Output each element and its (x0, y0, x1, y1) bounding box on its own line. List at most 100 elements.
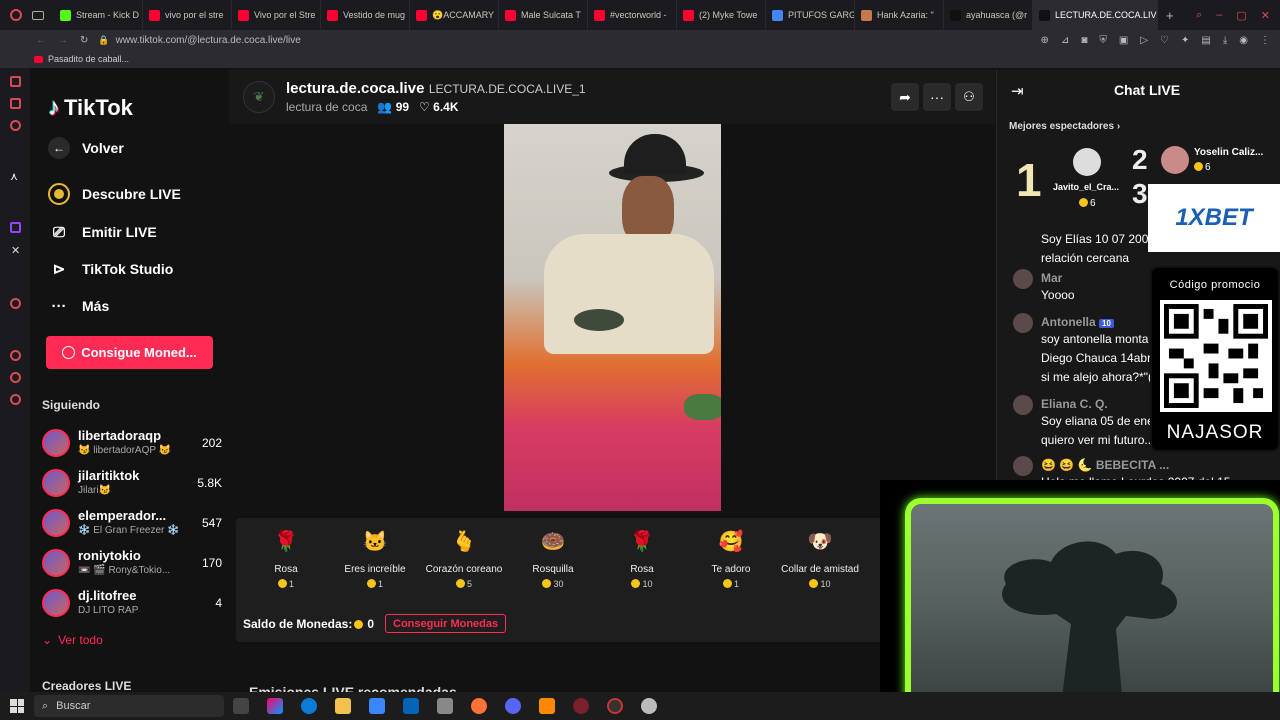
back-arrow-icon[interactable]: ← (36, 35, 46, 46)
discord-icon[interactable] (505, 698, 521, 714)
store-icon[interactable] (369, 698, 385, 714)
streamer-avatar[interactable]: ❦ (243, 81, 275, 113)
opera-logo-icon[interactable] (10, 9, 22, 21)
chat-avatar[interactable] (1013, 269, 1033, 289)
task-view-icon[interactable] (233, 698, 249, 714)
outlook-icon[interactable] (403, 698, 419, 714)
shield-icon[interactable]: ⛨ (1099, 35, 1107, 46)
buy-coins-button[interactable]: Conseguir Monedas (385, 614, 507, 633)
following-item[interactable]: roniytokio 📼 🎬 Rony&Tokio... 170 (42, 546, 222, 582)
zoom-icon[interactable]: ⊕ (1041, 35, 1049, 46)
browser-tab[interactable]: Male Sulcata T (499, 0, 588, 30)
browser-tab[interactable]: LECTURA.DE.COCA.LIVE (1033, 0, 1158, 30)
gift-item[interactable]: 🥰 Te adoro 1 (691, 526, 771, 590)
browser-tab[interactable]: Vestido de mug (321, 0, 410, 30)
browser-tab[interactable]: #vectorworld - (588, 0, 677, 30)
chat-username[interactable]: Eliana C. Q. (1041, 397, 1108, 411)
nav-more[interactable]: ··· Más (48, 295, 110, 317)
opera-taskbar-icon[interactable] (573, 698, 589, 714)
app-icon[interactable] (437, 698, 453, 714)
browser-tab[interactable]: (2) Myke Towe (677, 0, 766, 30)
coin-icon (631, 579, 641, 588)
cube-icon[interactable]: ▣ (1119, 35, 1128, 46)
following-item[interactable]: libertadoraqp 😼 libertadorAQP 😼 202 (42, 426, 222, 462)
rank-1-avatar[interactable] (1073, 148, 1101, 176)
heart-icon[interactable]: ♡ (1160, 35, 1169, 46)
gift-item[interactable]: 🌹 Rosa 10 (602, 526, 682, 590)
taskbar-search[interactable]: ⌕ Buscar (34, 695, 224, 717)
browser-tab[interactable]: Hank Azaria: " (855, 0, 944, 30)
chat-avatar[interactable] (1013, 456, 1033, 476)
streamer-username[interactable]: lectura.de.coca.live (286, 80, 424, 97)
chat-avatar[interactable] (1013, 395, 1033, 415)
following-item[interactable]: dj.litofree DJ LITO RAP 4 (42, 586, 222, 622)
wallet-icon[interactable]: ▤ (1201, 35, 1210, 46)
more-options-button[interactable]: ··· (923, 83, 951, 111)
url-field[interactable]: www.tiktok.com/@lectura.de.coca.live/liv… (116, 35, 301, 46)
pin-icon[interactable]: ⊿ (1061, 35, 1069, 46)
nav-emit-live[interactable]: ⎚ Emitir LIVE (48, 221, 157, 243)
settings-icon[interactable] (10, 394, 21, 405)
menu-icon[interactable]: ⋮ (1260, 35, 1270, 46)
nav-discover-live[interactable]: Descubre LIVE (48, 183, 181, 205)
see-all-link[interactable]: ⌄ Ver todo (42, 633, 103, 647)
following-item[interactable]: elemperador... ❄️ El Gran Freezer ❄️ 547 (42, 506, 222, 542)
obs-icon[interactable] (607, 698, 623, 714)
forward-arrow-icon[interactable]: → (58, 35, 68, 46)
sidebar-app-icon[interactable] (10, 98, 21, 109)
gift-item[interactable]: 🌹 Rosa 1 (246, 526, 326, 590)
camera-icon[interactable]: ◙ (1081, 35, 1087, 46)
sidebar-app-icon[interactable] (10, 76, 21, 87)
nav-tiktok-studio[interactable]: ⊳ TikTok Studio (48, 258, 174, 280)
profile-icon[interactable]: ◉ (1239, 35, 1248, 46)
download-icon[interactable]: ⤓ (1223, 35, 1227, 46)
browser-tab[interactable]: ayahuasca (@r (944, 0, 1033, 30)
rank-2-avatar[interactable] (1161, 146, 1189, 174)
app-icon[interactable] (641, 698, 657, 714)
extensions-icon[interactable]: ✦ (1181, 35, 1189, 46)
following-item[interactable]: jilaritiktok Jilari😼 5.8K (42, 466, 222, 502)
file-explorer-icon[interactable] (335, 698, 351, 714)
close-icon[interactable]: ✕ (1261, 9, 1270, 22)
tab-menu-icon[interactable] (32, 10, 44, 20)
reload-icon[interactable]: ↻ (80, 35, 88, 46)
maximize-icon[interactable]: ▢ (1236, 9, 1246, 22)
firefox-icon[interactable] (471, 698, 487, 714)
share-button[interactable]: ➦ (891, 83, 919, 111)
bookmark-item[interactable]: Pasadito de caball... (48, 54, 129, 64)
gift-item[interactable]: 🫰 Corazón coreano 5 (424, 526, 504, 590)
history-icon[interactable] (10, 350, 21, 361)
browser-tab[interactable]: vivo por el stre (143, 0, 232, 30)
chat-username[interactable]: Mar (1041, 271, 1062, 285)
back-button[interactable]: ← Volver (48, 137, 124, 159)
browser-tab[interactable]: Stream - Kick D (54, 0, 143, 30)
twitch-icon[interactable] (10, 222, 21, 233)
play-icon[interactable]: ▷ (1140, 35, 1148, 46)
vlc-icon[interactable] (539, 698, 555, 714)
follow-user-button[interactable]: ⚇ (955, 83, 983, 111)
browser-tab[interactable]: PITUFOS GARG (766, 0, 855, 30)
chat-avatar[interactable] (1013, 313, 1033, 333)
player-icon[interactable] (10, 298, 21, 309)
gift-item[interactable]: 🐱 Eres increíble 1 (335, 526, 415, 590)
edge-icon[interactable] (301, 698, 317, 714)
live-video[interactable] (504, 124, 721, 511)
tiktok-sidebar-icon[interactable]: ⋏ (10, 170, 18, 183)
chat-username[interactable]: Antonella 10 (1041, 315, 1114, 329)
new-tab-icon[interactable]: + (1166, 8, 1174, 23)
copilot-icon[interactable] (267, 698, 283, 714)
messenger-icon[interactable] (10, 372, 21, 383)
search-tabs-icon[interactable]: ⌕ (1196, 9, 1202, 22)
gift-item[interactable]: 🍩 Rosquilla 30 (513, 526, 593, 590)
sidebar-app-icon[interactable] (10, 120, 21, 131)
chat-username[interactable]: 😆 😆 🌜 BEBECITA ... (1041, 458, 1169, 472)
gift-item[interactable]: 🐶 Collar de amistad 10 (780, 526, 860, 590)
windows-start-icon[interactable] (10, 699, 24, 713)
get-coins-button[interactable]: Consigue Moned... (46, 336, 213, 369)
top-viewers-link[interactable]: Mejores espectadores › (1009, 121, 1120, 132)
minimize-icon[interactable]: – (1216, 9, 1222, 22)
browser-tab[interactable]: 😮ACCAMARY (410, 0, 499, 30)
tiktok-logo[interactable]: ♪ TikTok (48, 94, 133, 122)
x-icon[interactable]: ✕ (11, 244, 20, 257)
browser-tab[interactable]: Vivo por el Stre (232, 0, 321, 30)
